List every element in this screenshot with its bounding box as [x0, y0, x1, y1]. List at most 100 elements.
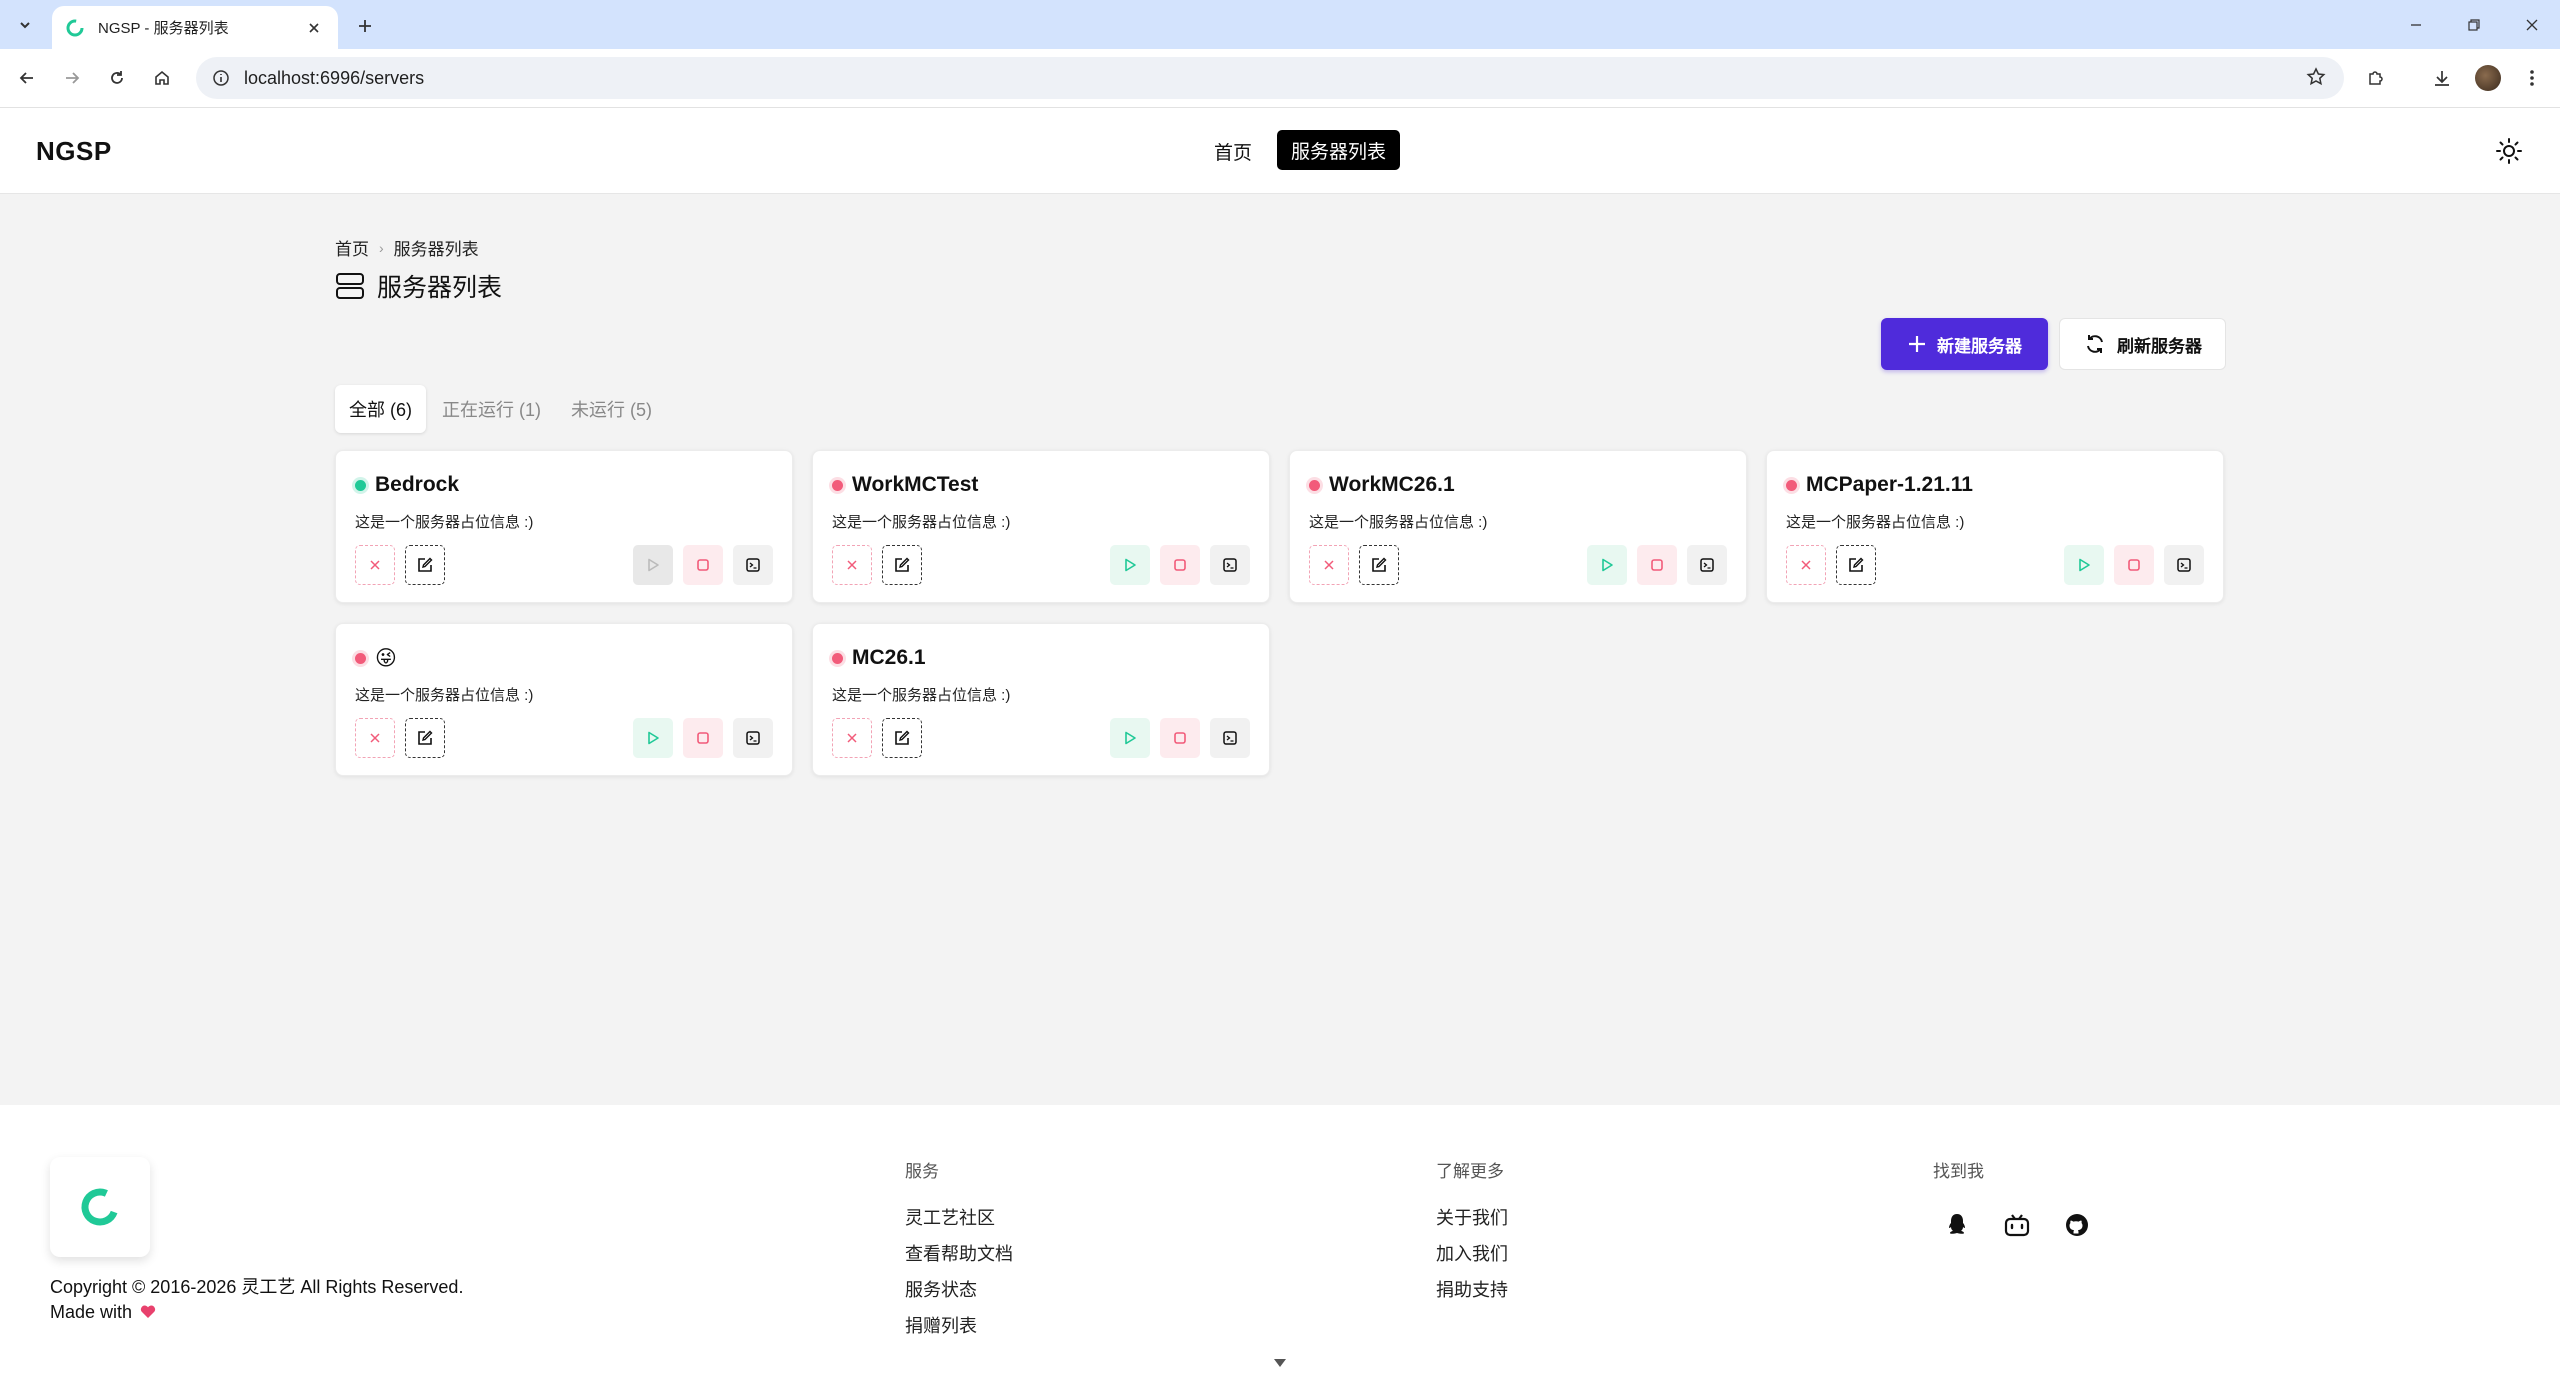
server-card[interactable]: MCPaper-1.21.11 这是一个服务器占位信息 :): [1766, 450, 2224, 603]
stop-server-button[interactable]: [683, 718, 723, 758]
edit-server-button[interactable]: [882, 545, 922, 585]
restore-button[interactable]: [2446, 0, 2502, 49]
console-button[interactable]: [1210, 718, 1250, 758]
refresh-servers-button[interactable]: 刷新服务器: [2059, 318, 2226, 370]
edit-server-button[interactable]: [405, 545, 445, 585]
console-button[interactable]: [733, 718, 773, 758]
delete-server-button[interactable]: [355, 718, 395, 758]
server-card[interactable]: Bedrock 这是一个服务器占位信息 :): [335, 450, 793, 603]
footer-col-find-me: 找到我: [1933, 1157, 1984, 1204]
extensions-button[interactable]: [2360, 62, 2392, 94]
server-name: MC26.1: [852, 646, 926, 669]
theme-toggle-button[interactable]: [2494, 136, 2524, 166]
breadcrumb-home[interactable]: 首页: [335, 235, 369, 260]
brand-logo-text[interactable]: NGSP: [36, 136, 112, 167]
server-card[interactable]: 😜 这是一个服务器占位信息 :): [335, 623, 793, 776]
reload-button[interactable]: [101, 62, 133, 94]
delete-server-button[interactable]: [355, 545, 395, 585]
breadcrumb-current: 服务器列表: [393, 240, 479, 259]
back-button[interactable]: [11, 62, 43, 94]
footer-link[interactable]: 关于我们: [1436, 1204, 1508, 1230]
delete-server-button[interactable]: [1309, 545, 1349, 585]
footer-col-learn-more: 了解更多 关于我们 加入我们 捐助支持: [1436, 1157, 1508, 1312]
footer-link[interactable]: 查看帮助文档: [905, 1240, 1013, 1266]
footer-link[interactable]: 捐赠列表: [905, 1312, 1013, 1338]
start-server-button[interactable]: [633, 718, 673, 758]
new-server-button[interactable]: 新建服务器: [1881, 318, 2048, 370]
bilibili-icon[interactable]: [2002, 1210, 2032, 1240]
start-server-button[interactable]: [2064, 545, 2104, 585]
nav-servers-link[interactable]: 服务器列表: [1277, 130, 1401, 170]
server-description: 这是一个服务器占位信息 :): [1309, 514, 1488, 531]
server-card[interactable]: MC26.1 这是一个服务器占位信息 :): [812, 623, 1270, 776]
server-card[interactable]: WorkMCTest 这是一个服务器占位信息 :): [812, 450, 1270, 603]
server-name-row: 😜: [355, 646, 397, 671]
tab-stopped[interactable]: 未运行 (5): [557, 385, 666, 433]
delete-server-button[interactable]: [832, 545, 872, 585]
start-server-button[interactable]: [1587, 545, 1627, 585]
server-description: 这是一个服务器占位信息 :): [355, 514, 534, 531]
footer-link[interactable]: 捐助支持: [1436, 1276, 1508, 1302]
console-button[interactable]: [1210, 545, 1250, 585]
console-button[interactable]: [2164, 545, 2204, 585]
nav-home-link[interactable]: 首页: [1204, 136, 1262, 167]
console-button[interactable]: [1687, 545, 1727, 585]
edit-icon: [893, 729, 911, 747]
edit-server-button[interactable]: [1836, 545, 1876, 585]
start-server-button[interactable]: [633, 545, 673, 585]
edit-server-button[interactable]: [1359, 545, 1399, 585]
page-title-text: 服务器列表: [377, 274, 503, 302]
stop-icon: [1649, 557, 1665, 573]
edit-server-button[interactable]: [882, 718, 922, 758]
scroll-down-indicator[interactable]: [1267, 1352, 1293, 1374]
edit-server-button[interactable]: [405, 718, 445, 758]
home-button[interactable]: [146, 62, 178, 94]
browser-tab-active[interactable]: NGSP - 服务器列表: [52, 6, 338, 49]
browser-menu-button[interactable]: [2516, 62, 2548, 94]
minimize-button[interactable]: [2388, 0, 2444, 49]
footer-heading: 了解更多: [1436, 1162, 1504, 1181]
stop-server-button[interactable]: [683, 545, 723, 585]
tab-running[interactable]: 正在运行 (1): [428, 385, 555, 433]
github-icon[interactable]: [2062, 1210, 2092, 1240]
delete-server-button[interactable]: [832, 718, 872, 758]
footer-heading: 服务: [905, 1162, 939, 1181]
close-icon: [1799, 558, 1813, 572]
stop-server-button[interactable]: [1160, 718, 1200, 758]
qq-icon[interactable]: [1942, 1210, 1972, 1240]
tab-close-icon[interactable]: [302, 16, 326, 40]
footer-col-services: 服务 灵工艺社区 查看帮助文档 服务状态 捐赠列表: [905, 1157, 1013, 1348]
forward-button[interactable]: [56, 62, 88, 94]
start-server-button[interactable]: [1110, 718, 1150, 758]
status-dot: [355, 653, 366, 664]
site-info-icon[interactable]: [212, 69, 230, 87]
minimize-icon: [2411, 23, 2421, 26]
address-bar[interactable]: localhost:6996/servers: [196, 57, 2344, 99]
profile-avatar[interactable]: [2475, 65, 2501, 91]
downloads-button[interactable]: [2426, 62, 2458, 94]
server-card[interactable]: WorkMC26.1 这是一个服务器占位信息 :): [1289, 450, 1747, 603]
bookmark-star-icon[interactable]: [2306, 67, 2326, 87]
console-button[interactable]: [733, 545, 773, 585]
stop-server-button[interactable]: [1637, 545, 1677, 585]
close-icon: [845, 558, 859, 572]
server-name: WorkMC26.1: [1329, 473, 1455, 496]
terminal-icon: [1222, 557, 1238, 573]
terminal-icon: [2176, 557, 2192, 573]
footer-link[interactable]: 加入我们: [1436, 1240, 1508, 1266]
card-actions-left: [832, 545, 922, 585]
tab-all[interactable]: 全部 (6): [335, 385, 426, 433]
plus-icon: [1909, 336, 1925, 352]
tab-search-button[interactable]: [10, 11, 40, 39]
terminal-icon: [745, 730, 761, 746]
window-close-button[interactable]: [2504, 0, 2560, 49]
delete-server-button[interactable]: [1786, 545, 1826, 585]
arrow-right-icon: [66, 72, 80, 84]
new-tab-button[interactable]: [350, 11, 380, 41]
footer-link[interactable]: 服务状态: [905, 1276, 1013, 1302]
start-server-button[interactable]: [1110, 545, 1150, 585]
stop-server-button[interactable]: [2114, 545, 2154, 585]
edit-icon: [1370, 556, 1388, 574]
stop-server-button[interactable]: [1160, 545, 1200, 585]
footer-link[interactable]: 灵工艺社区: [905, 1204, 1013, 1230]
